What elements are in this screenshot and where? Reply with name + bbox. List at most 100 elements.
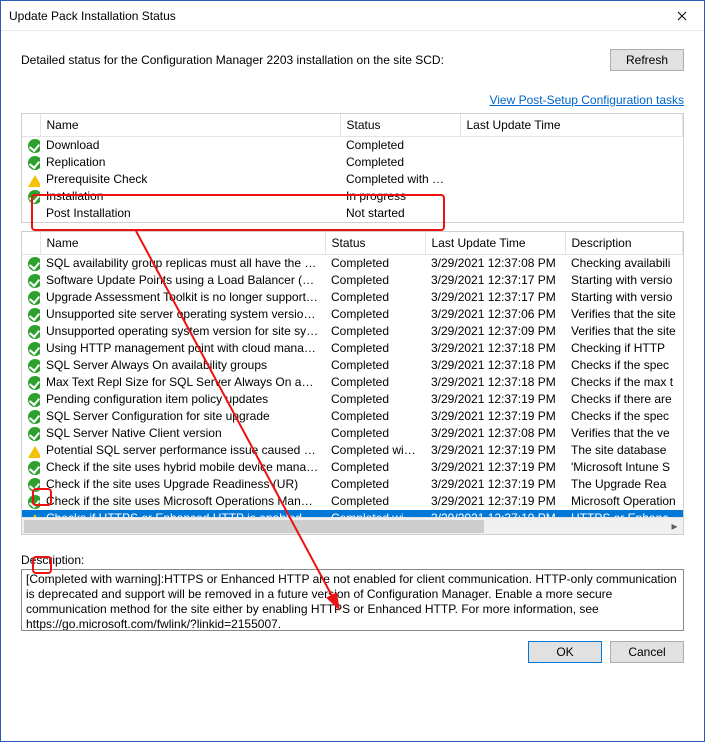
close-button[interactable] xyxy=(660,1,704,31)
cell-desc: Verifies that the ve xyxy=(565,425,683,442)
cell-time xyxy=(460,137,683,154)
ok-button[interactable]: OK xyxy=(528,641,602,663)
detail-row[interactable]: Using HTTP management point with cloud m… xyxy=(22,340,683,357)
detail-row[interactable]: Software Update Points using a Load Bala… xyxy=(22,272,683,289)
detail-row[interactable]: Upgrade Assessment Toolkit is no longer … xyxy=(22,289,683,306)
cell-status: Completed xyxy=(340,137,460,154)
cell-time: 3/29/2021 12:37:19 PM xyxy=(425,459,565,476)
check-icon xyxy=(28,139,40,153)
cell-status: Completed with … xyxy=(325,510,425,517)
summary-table[interactable]: Name Status Last Update Time DownloadCom… xyxy=(22,114,683,222)
cell-time: 3/29/2021 12:37:19 PM xyxy=(425,510,565,517)
window-title: Update Pack Installation Status xyxy=(9,9,660,23)
description-box[interactable] xyxy=(21,569,684,631)
col-name[interactable]: Name xyxy=(40,232,325,255)
cell-status: Completed xyxy=(325,272,425,289)
cell-status: Completed xyxy=(325,459,425,476)
cell-desc: Microsoft Operation xyxy=(565,493,683,510)
cell-time: 3/29/2021 12:37:19 PM xyxy=(425,493,565,510)
warning-icon xyxy=(28,175,40,187)
cell-desc: Verifies that the site xyxy=(565,323,683,340)
check-icon xyxy=(28,376,40,390)
cell-name: Potential SQL server performance issue c… xyxy=(40,442,325,459)
cell-name: Replication xyxy=(40,154,340,171)
detail-row[interactable]: Checks if HTTPS or Enhanced HTTP is enab… xyxy=(22,510,683,517)
warning-icon xyxy=(28,446,40,458)
horizontal-scrollbar[interactable]: ◂ ▸ xyxy=(22,517,683,534)
description-label: Description: xyxy=(21,553,684,567)
scroll-right-icon[interactable]: ▸ xyxy=(666,518,683,535)
cell-time xyxy=(460,205,683,222)
cancel-button[interactable]: Cancel xyxy=(610,641,684,663)
cell-desc: Checks if the max t xyxy=(565,374,683,391)
col-time[interactable]: Last Update Time xyxy=(460,114,683,137)
refresh-button[interactable]: Refresh xyxy=(610,49,684,71)
cell-status: Completed with … xyxy=(325,442,425,459)
cell-time xyxy=(460,188,683,205)
cell-name: Post Installation xyxy=(40,205,340,222)
cell-time: 3/29/2021 12:37:18 PM xyxy=(425,340,565,357)
summary-row[interactable]: Prerequisite CheckCompleted with … xyxy=(22,171,683,188)
detail-row[interactable]: Pending configuration item policy update… xyxy=(22,391,683,408)
cell-name: SQL availability group replicas must all… xyxy=(40,254,325,271)
cell-time: 3/29/2021 12:37:06 PM xyxy=(425,306,565,323)
cell-status: Completed xyxy=(325,306,425,323)
check-icon xyxy=(28,427,40,441)
cell-desc: Checking availabili xyxy=(565,254,683,271)
cell-time: 3/29/2021 12:37:17 PM xyxy=(425,289,565,306)
detail-row[interactable]: SQL availability group replicas must all… xyxy=(22,254,683,271)
detail-row[interactable]: Check if the site uses Upgrade Readiness… xyxy=(22,476,683,493)
cell-name: Prerequisite Check xyxy=(40,171,340,188)
col-status[interactable]: Status xyxy=(325,232,425,255)
cell-status: Completed with … xyxy=(340,171,460,188)
col-desc[interactable]: Description xyxy=(565,232,683,255)
cell-name: SQL Server Always On availability groups xyxy=(40,357,325,374)
cell-name: Pending configuration item policy update… xyxy=(40,391,325,408)
detail-scroll[interactable]: Name Status Last Update Time Description… xyxy=(22,232,683,517)
cell-name: Checks if HTTPS or Enhanced HTTP is enab… xyxy=(40,510,325,517)
detail-row[interactable]: Check if the site uses hybrid mobile dev… xyxy=(22,459,683,476)
detail-row[interactable]: SQL Server Native Client versionComplete… xyxy=(22,425,683,442)
cell-desc: Starting with versio xyxy=(565,272,683,289)
cell-time: 3/29/2021 12:37:19 PM xyxy=(425,476,565,493)
check-icon xyxy=(28,325,40,339)
cell-desc: Checks if the spec xyxy=(565,357,683,374)
col-time[interactable]: Last Update Time xyxy=(425,232,565,255)
detail-row[interactable]: Unsupported site server operating system… xyxy=(22,306,683,323)
col-status[interactable]: Status xyxy=(340,114,460,137)
cell-status: Completed xyxy=(325,254,425,271)
col-name[interactable]: Name xyxy=(40,114,340,137)
detail-table[interactable]: Name Status Last Update Time Description… xyxy=(22,232,683,517)
cell-status: Completed xyxy=(325,340,425,357)
check-icon xyxy=(28,393,40,407)
cell-status: Completed xyxy=(325,289,425,306)
cell-status: Completed xyxy=(325,425,425,442)
cell-time: 3/29/2021 12:37:19 PM xyxy=(425,391,565,408)
summary-row[interactable]: Post InstallationNot started xyxy=(22,205,683,222)
check-icon xyxy=(28,190,40,204)
cell-desc: The site database xyxy=(565,442,683,459)
cell-name: Max Text Repl Size for SQL Server Always… xyxy=(40,374,325,391)
detail-row[interactable]: Unsupported operating system version for… xyxy=(22,323,683,340)
cell-desc: The Upgrade Rea xyxy=(565,476,683,493)
cell-name: Download xyxy=(40,137,340,154)
cell-time: 3/29/2021 12:37:18 PM xyxy=(425,374,565,391)
detail-row[interactable]: SQL Server Always On availability groups… xyxy=(22,357,683,374)
detail-row[interactable]: SQL Server Configuration for site upgrad… xyxy=(22,408,683,425)
scroll-thumb[interactable] xyxy=(24,520,484,533)
cell-status: Completed xyxy=(325,408,425,425)
post-setup-link[interactable]: View Post-Setup Configuration tasks xyxy=(489,93,684,107)
detail-row[interactable]: Potential SQL server performance issue c… xyxy=(22,442,683,459)
detail-row[interactable]: Max Text Repl Size for SQL Server Always… xyxy=(22,374,683,391)
summary-row[interactable]: InstallationIn progress xyxy=(22,188,683,205)
check-icon xyxy=(28,342,40,356)
check-icon xyxy=(28,308,40,322)
cell-desc: 'Microsoft Intune S xyxy=(565,459,683,476)
dialog-window: Update Pack Installation Status Detailed… xyxy=(0,0,705,742)
summary-row[interactable]: DownloadCompleted xyxy=(22,137,683,154)
cell-status: In progress xyxy=(340,188,460,205)
summary-row[interactable]: ReplicationCompleted xyxy=(22,154,683,171)
cell-desc: Checks if there are xyxy=(565,391,683,408)
detail-row[interactable]: Check if the site uses Microsoft Operati… xyxy=(22,493,683,510)
check-icon xyxy=(28,478,40,492)
